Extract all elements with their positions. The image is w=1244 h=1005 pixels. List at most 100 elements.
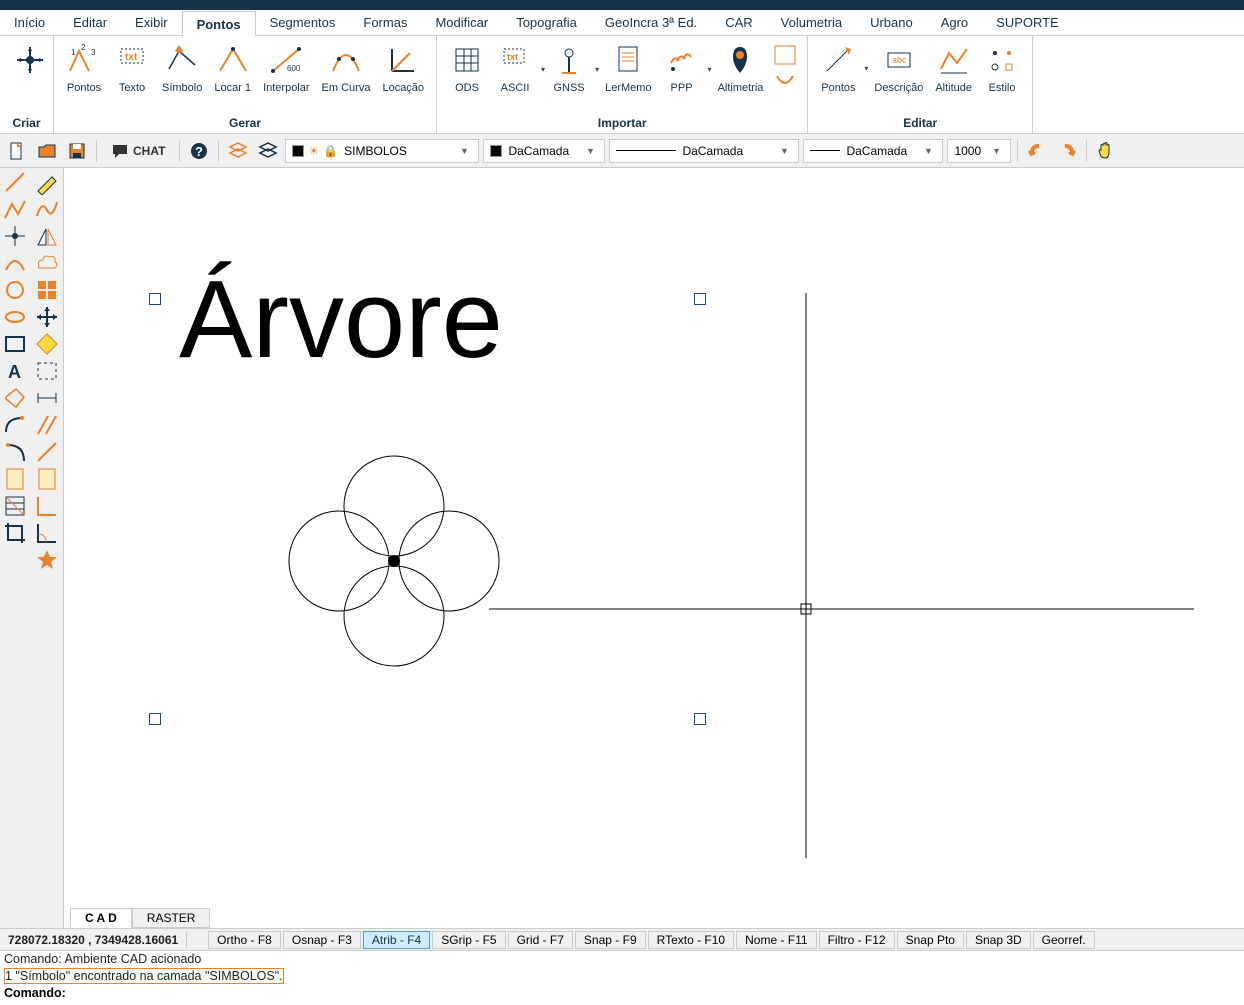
tool-slash2-icon[interactable] — [32, 438, 62, 465]
ribbon-locar-1[interactable]: Locar 1 — [208, 40, 257, 96]
tool-line-icon[interactable] — [0, 168, 30, 195]
selection-handle[interactable] — [694, 293, 706, 305]
tab-cad[interactable]: C A D — [70, 908, 132, 928]
selection-handle[interactable] — [694, 713, 706, 725]
tool-angle-icon[interactable] — [32, 492, 62, 519]
tool-slashes-icon[interactable] — [32, 411, 62, 438]
tool-page2-icon[interactable] — [32, 465, 62, 492]
tool-ellipse-icon[interactable] — [0, 303, 30, 330]
status-snap-pto[interactable]: Snap Pto — [897, 931, 964, 949]
tool-spline-icon[interactable] — [32, 195, 62, 222]
layer-select[interactable]: ☀ 🔒 SIMBOLOS ▼ — [285, 139, 479, 163]
tool-brush-icon[interactable] — [32, 168, 62, 195]
tool-diamond-icon[interactable] — [32, 330, 62, 357]
ribbon-label-importar: Importar — [437, 113, 807, 133]
tool-star-icon[interactable] — [32, 546, 62, 573]
menu-pontos[interactable]: Pontos — [182, 11, 256, 36]
ribbon-altimetria[interactable]: Altimetria — [712, 40, 770, 98]
save-icon[interactable] — [64, 138, 90, 164]
status-ortho-f8[interactable]: Ortho - F8 — [208, 931, 281, 949]
tool-dim-icon[interactable] — [32, 384, 62, 411]
tool-arc2-icon[interactable] — [0, 438, 30, 465]
lineweight-select[interactable]: DaCamada ▼ — [803, 139, 943, 163]
command-prompt[interactable]: Comando: — [0, 985, 1244, 1001]
ribbon-loca-o[interactable]: Locação — [376, 40, 430, 96]
color-select[interactable]: DaCamada ▼ — [483, 139, 605, 163]
menu-agro[interactable]: Agro — [927, 10, 982, 35]
ribbon-ppp[interactable]: PPP — [658, 40, 706, 98]
tool-polyline-icon[interactable] — [0, 195, 30, 222]
tool-rect-icon[interactable] — [0, 330, 30, 357]
ribbon-descri-o[interactable]: abcDescrição — [868, 40, 929, 96]
menu-volumetria[interactable]: Volumetria — [767, 10, 856, 35]
import-extra2-icon[interactable] — [773, 72, 797, 94]
menu-geoincra-3-ed-[interactable]: GeoIncra 3ª Ed. — [591, 10, 711, 35]
ribbon-interpolar[interactable]: 600Interpolar — [257, 40, 315, 96]
status-snap-f9[interactable]: Snap - F9 — [575, 931, 646, 949]
chat-button[interactable]: CHAT — [103, 138, 173, 164]
pan-hand-icon[interactable] — [1093, 138, 1119, 164]
status-rtexto-f10[interactable]: RTexto - F10 — [648, 931, 734, 949]
tool-mirror-icon[interactable] — [32, 222, 62, 249]
selection-handle[interactable] — [149, 713, 161, 725]
menu-car[interactable]: CAR — [711, 10, 766, 35]
tool-arc-icon[interactable] — [0, 249, 30, 276]
criar-btn[interactable] — [6, 40, 54, 80]
chevron-down-icon: ▼ — [582, 146, 598, 156]
tool-bulge-icon[interactable] — [0, 411, 30, 438]
redo-icon[interactable] — [1054, 138, 1080, 164]
ribbon-lermemo[interactable]: LerMemo — [599, 40, 657, 98]
menu-in-cio[interactable]: Início — [0, 10, 59, 35]
status-filtro-f12[interactable]: Filtro - F12 — [819, 931, 895, 949]
tool-hatch-icon[interactable] — [0, 492, 30, 519]
undo-icon[interactable] — [1024, 138, 1050, 164]
tool-point-icon[interactable] — [0, 222, 30, 249]
linetype-select[interactable]: DaCamada ▼ — [609, 139, 799, 163]
status-grid-f7[interactable]: Grid - F7 — [508, 931, 573, 949]
ribbon-em-curva[interactable]: Em Curva — [316, 40, 377, 96]
status-georref-[interactable]: Georref. — [1033, 931, 1095, 949]
scale-select[interactable]: 1000 ▼ — [947, 139, 1011, 163]
tool-circle-icon[interactable] — [0, 276, 30, 303]
status-osnap-f3[interactable]: Osnap - F3 — [283, 931, 361, 949]
open-folder-icon[interactable] — [34, 138, 60, 164]
menu-urbano[interactable]: Urbano — [856, 10, 927, 35]
ribbon-pontos[interactable]: 123Pontos — [60, 40, 108, 96]
tool-grid4-icon[interactable] — [32, 276, 62, 303]
menu-formas[interactable]: Formas — [349, 10, 421, 35]
tool-tag-icon[interactable] — [0, 384, 30, 411]
drawing-canvas[interactable]: Árvore C A D RASTER — [64, 168, 1244, 928]
tool-move-icon[interactable] — [32, 303, 62, 330]
help-icon[interactable]: ? — [186, 138, 212, 164]
ribbon-ascii[interactable]: txtASCII — [491, 40, 539, 98]
menu-exibir[interactable]: Exibir — [121, 10, 182, 35]
tool-page-icon[interactable] — [0, 465, 30, 492]
tab-raster[interactable]: RASTER — [132, 908, 211, 928]
ribbon-gnss[interactable]: GNSS — [545, 40, 593, 98]
menu-segmentos[interactable]: Segmentos — [256, 10, 350, 35]
layers2-icon[interactable] — [255, 138, 281, 164]
ribbon-s-mbolo[interactable]: Símbolo — [156, 40, 208, 96]
status-atrib-f4[interactable]: Atrib - F4 — [363, 931, 430, 949]
ribbon-pontos[interactable]: Pontos — [814, 40, 862, 96]
status-sgrip-f5[interactable]: SGrip - F5 — [432, 931, 505, 949]
selection-handle[interactable] — [149, 293, 161, 305]
menu-topografia[interactable]: Topografia — [502, 10, 591, 35]
ribbon-ods[interactable]: ODS — [443, 40, 491, 98]
layers-icon[interactable] — [225, 138, 251, 164]
new-file-icon[interactable] — [4, 138, 30, 164]
status-nome-f11[interactable]: Nome - F11 — [736, 931, 816, 949]
status-snap-3d[interactable]: Snap 3D — [966, 931, 1031, 949]
tool-angle2-icon[interactable] — [32, 519, 62, 546]
tool-crop-icon[interactable] — [0, 519, 30, 546]
ribbon-estilo[interactable]: Estilo — [978, 40, 1026, 96]
tool-cloud-icon[interactable] — [32, 249, 62, 276]
menu-suporte[interactable]: SUPORTE — [982, 10, 1073, 35]
menu-modificar[interactable]: Modificar — [421, 10, 502, 35]
ribbon-altitude[interactable]: Altitude — [929, 40, 978, 96]
tool-text-a-icon[interactable]: A — [0, 357, 30, 384]
tool-dashrect-icon[interactable] — [32, 357, 62, 384]
ribbon-texto[interactable]: txtTexto — [108, 40, 156, 96]
import-extra1-icon[interactable] — [773, 44, 797, 66]
menu-editar[interactable]: Editar — [59, 10, 121, 35]
